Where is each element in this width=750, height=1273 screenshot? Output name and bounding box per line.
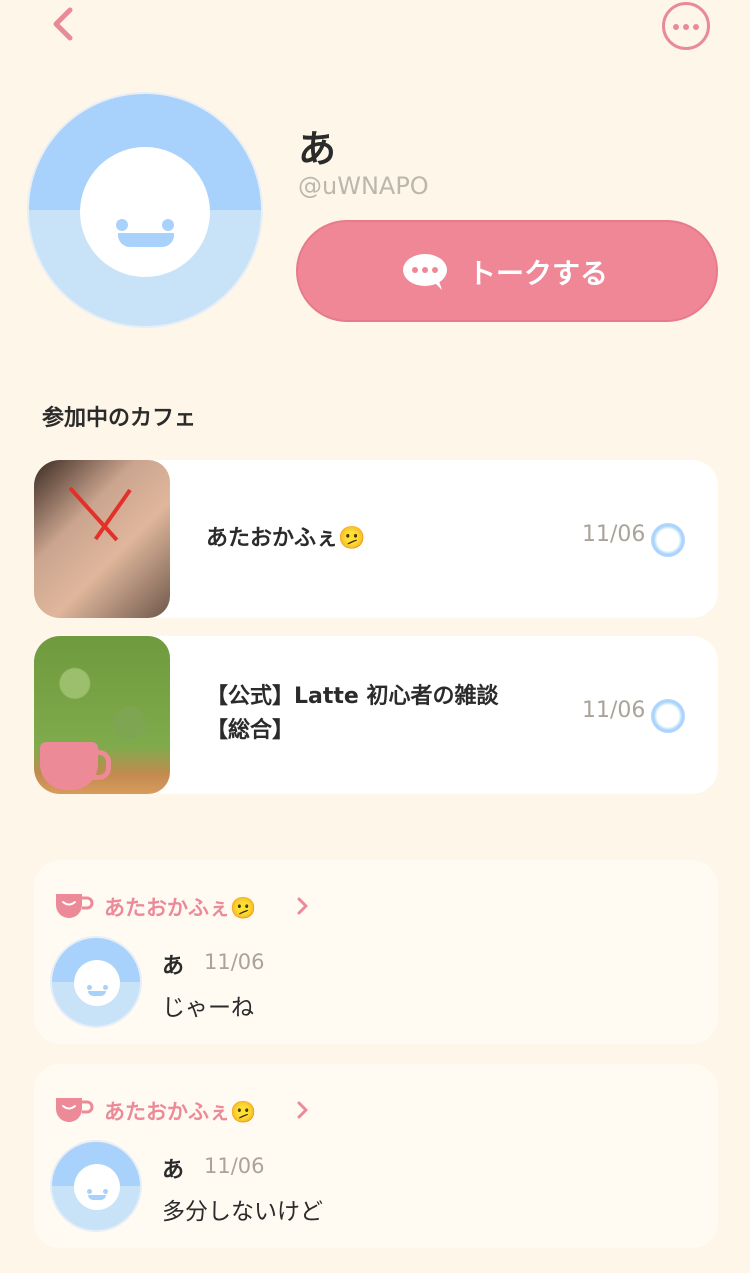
member-avatar xyxy=(651,699,685,733)
more-options-button[interactable] xyxy=(662,2,710,50)
post-cafe-name: あたおかふぇ🫤 xyxy=(104,896,257,920)
back-button[interactable] xyxy=(44,4,84,44)
talk-button[interactable]: トークする xyxy=(296,220,718,322)
cafe-card[interactable]: あたおかふぇ🫤 11/06 xyxy=(34,460,718,618)
post-date: 11/06 xyxy=(204,950,265,974)
member-avatar xyxy=(651,523,685,557)
cafe-title: あたおかふぇ🫤 xyxy=(206,526,366,551)
post-cafe-name: あたおかふぇ🫤 xyxy=(104,1100,257,1124)
chevron-right-icon xyxy=(297,1101,308,1119)
post-author-avatar[interactable] xyxy=(50,936,142,1028)
cafe-date: 11/06 xyxy=(582,522,646,547)
post-author-name: あ xyxy=(162,954,185,979)
cup-icon xyxy=(56,1098,94,1122)
profile-avatar[interactable] xyxy=(27,92,263,328)
cafe-date: 11/06 xyxy=(582,698,646,723)
post-date: 11/06 xyxy=(204,1154,265,1178)
joined-cafes-title: 参加中のカフェ xyxy=(42,406,197,431)
profile-user-id: @uWNAPO xyxy=(298,172,429,200)
chevron-left-icon xyxy=(53,7,73,41)
post-message: じゃーね xyxy=(162,995,254,1021)
cafe-thumbnail xyxy=(34,460,170,618)
post-message: 多分しないけど xyxy=(162,1199,323,1225)
cafe-title-line1: 【公式】Latte 初心者の雑談 xyxy=(206,684,499,709)
cafe-title-line2: 【総合】 xyxy=(206,718,295,743)
cafe-thumbnail xyxy=(34,636,170,794)
post-card: あたおかふぇ🫤 あ 11/06 多分しないけど xyxy=(34,1064,718,1248)
post-author-name: あ xyxy=(162,1158,185,1183)
talk-button-label: トークする xyxy=(468,257,609,290)
cup-icon xyxy=(56,894,94,918)
profile-name: あ xyxy=(298,127,337,171)
chevron-right-icon xyxy=(297,897,308,915)
chat-bubble-icon xyxy=(403,254,447,290)
cup-illustration xyxy=(40,742,98,790)
post-card: あたおかふぇ🫤 あ 11/06 じゃーね xyxy=(34,860,718,1044)
more-icon xyxy=(673,24,679,30)
post-author-avatar[interactable] xyxy=(50,1140,142,1232)
cafe-card[interactable]: 【公式】Latte 初心者の雑談 【総合】 11/06 xyxy=(34,636,718,794)
